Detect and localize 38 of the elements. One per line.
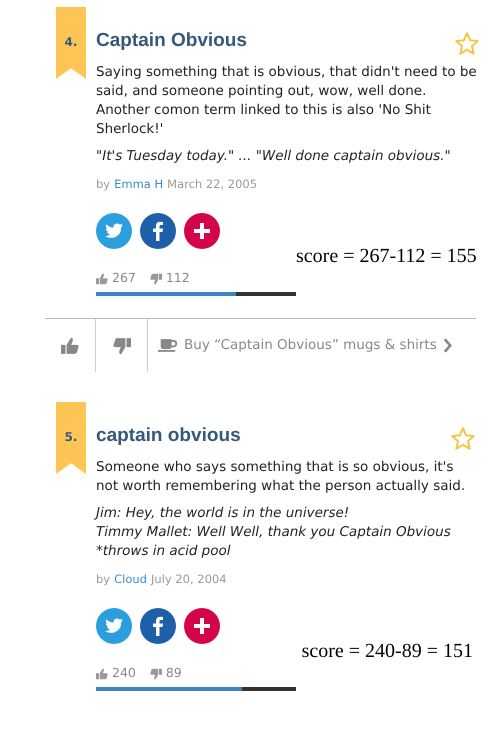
date-text: March 22, 2005	[167, 176, 258, 193]
example-text: Jim: Hey, the world is in the universe!	[96, 504, 476, 523]
thumbs-up-icon	[61, 336, 79, 354]
entry-title[interactable]: captain obvious	[96, 424, 241, 448]
example-text: "It's Tuesday today." ... "Well done captain obvious."	[96, 147, 452, 166]
shop-link[interactable]: Buy “Captain Obvious” mugs & shirts	[148, 319, 452, 372]
rank-ribbon: 5.	[56, 402, 86, 474]
upvote-count: 240	[112, 664, 136, 682]
byline-label: by	[96, 176, 110, 193]
mug-icon	[158, 338, 178, 353]
thumbs-down-icon	[150, 668, 162, 680]
star-icon[interactable]	[454, 31, 480, 57]
score-annotation: score = 240-89 = 151	[302, 639, 473, 664]
letter-f-icon[interactable]	[140, 213, 176, 250]
author-link[interactable]: Emma H	[114, 176, 164, 194]
thumbs-up-icon	[96, 272, 108, 285]
definition-text: Saying something that is obvious, that didn't need to be said, and someone pointing out, wow, well done. Another comon term linked to this is also 'No Shit Sherlock!'	[96, 63, 478, 139]
definition-text: Someone who says something that is so obvious, it's not worth remembering what the person actually said.	[96, 458, 466, 496]
star-icon[interactable]	[450, 426, 476, 452]
plus-icon[interactable]	[184, 213, 220, 250]
byline-label: by	[96, 571, 110, 588]
date-text: July 20, 2004	[150, 571, 227, 588]
thumbs-down-icon	[112, 336, 130, 354]
plus-icon[interactable]	[184, 608, 220, 644]
entry-title[interactable]: Captain Obvious	[96, 29, 247, 53]
chevron-right-icon	[442, 338, 452, 353]
author-link[interactable]: Cloud	[114, 571, 147, 588]
example-text: Timmy Mallet: Well Well, thank you Captain Obvious *throws in acid pool	[96, 523, 452, 561]
thumbs-up-icon	[96, 668, 108, 680]
downvote-count: 89	[166, 664, 182, 682]
thumbs-down-icon	[150, 272, 162, 285]
downvote-count: 112	[166, 269, 190, 288]
upvote-count: 267	[112, 269, 136, 288]
score-annotation: score = 267-112 = 155	[296, 244, 477, 270]
bird-icon[interactable]	[96, 213, 132, 250]
bird-icon[interactable]	[96, 608, 132, 644]
rank-ribbon: 4.	[56, 7, 86, 79]
letter-f-icon[interactable]	[140, 608, 176, 644]
